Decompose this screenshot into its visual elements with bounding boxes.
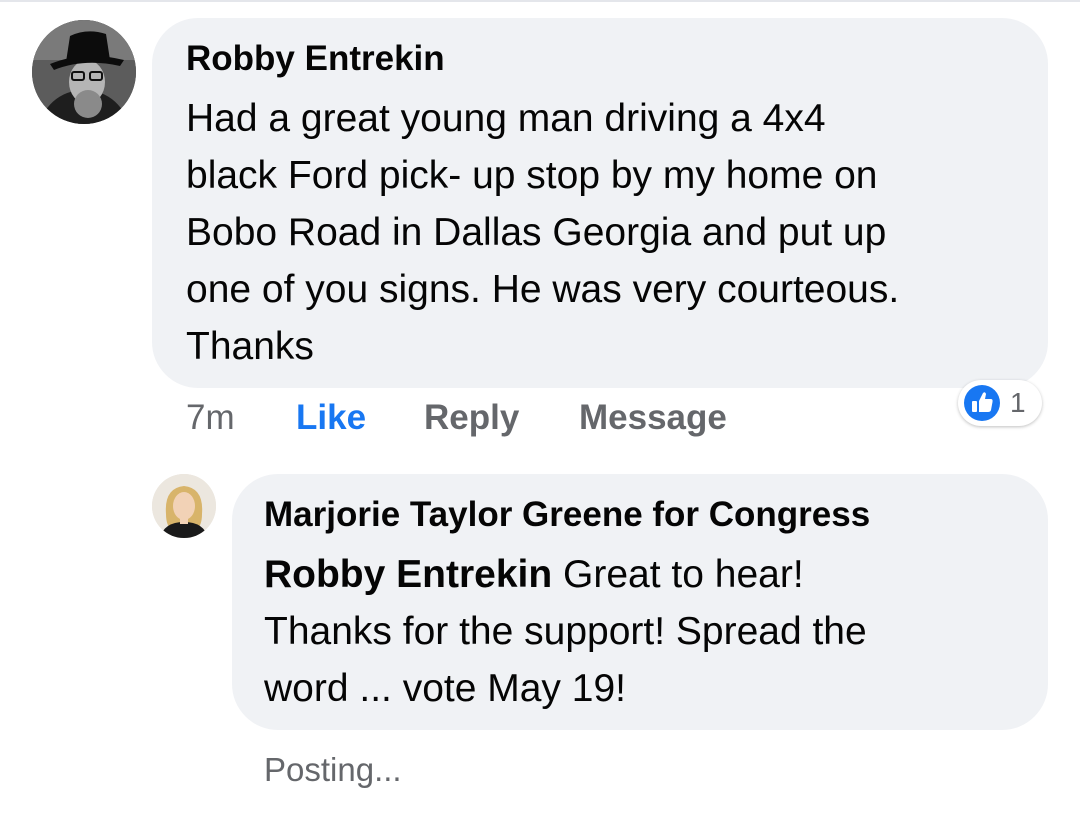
comment-author-name[interactable]: Robby Entrekin xyxy=(186,38,445,80)
reply-button[interactable]: Reply xyxy=(424,392,519,444)
thumbs-up-icon xyxy=(964,385,1000,421)
comment-text: Had a great young man driving a 4x4 blac… xyxy=(186,97,900,368)
commenter-avatar[interactable] xyxy=(32,20,136,124)
reply-author-avatar[interactable] xyxy=(152,474,216,538)
reaction-count-badge[interactable]: 1 xyxy=(958,380,1042,426)
comment-timestamp[interactable]: 7m xyxy=(186,392,235,444)
reply-mention-link[interactable]: Robby Entrekin xyxy=(264,553,552,596)
reply-author-name[interactable]: Marjorie Taylor Greene for Congress xyxy=(264,494,870,536)
posting-status: Posting... xyxy=(264,751,402,788)
reaction-count: 1 xyxy=(1010,387,1026,418)
reply-text: Robby Entrekin Great to hear! Thanks for… xyxy=(264,546,1024,717)
avatar-photo-icon xyxy=(32,20,136,124)
message-button[interactable]: Message xyxy=(579,392,727,444)
like-button[interactable]: Like xyxy=(296,392,366,444)
page-avatar-photo-icon xyxy=(152,474,216,538)
top-divider xyxy=(0,0,1080,2)
